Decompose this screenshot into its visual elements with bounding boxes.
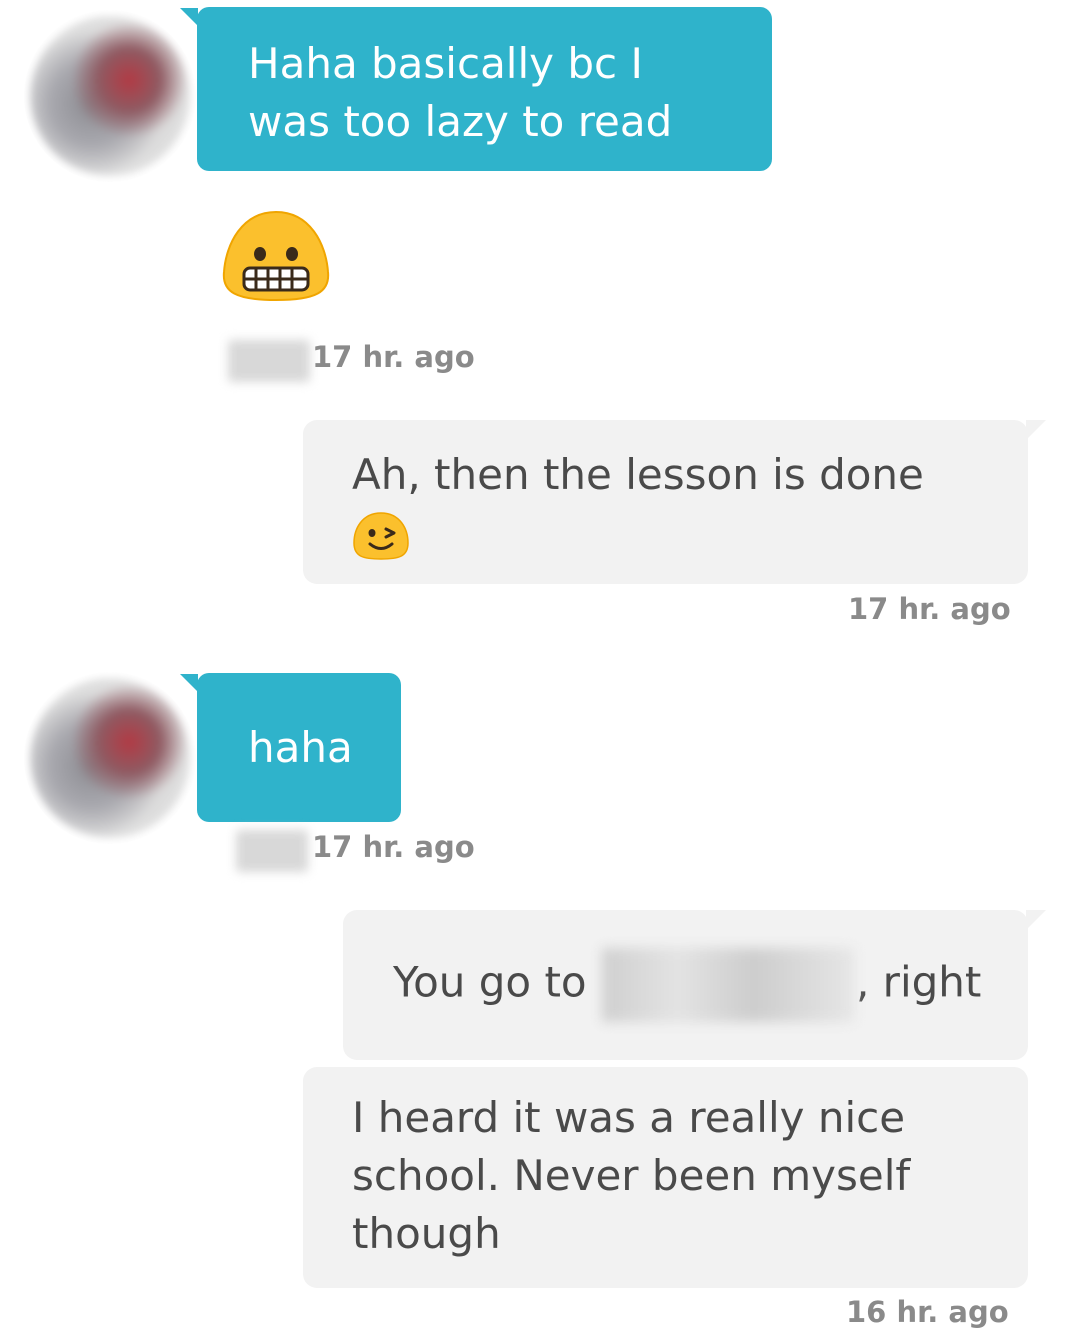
message-text: I heard it was a really nice school. Nev… [352, 1093, 911, 1258]
message-timestamp: 17 hr. ago [312, 340, 475, 374]
bubble-tail [180, 674, 198, 692]
grimacing-face-emoji-icon[interactable] [222, 210, 330, 302]
sender-name-redacted [236, 830, 308, 872]
outgoing-message-bubble[interactable]: Ah, then the lesson is done [303, 420, 1028, 584]
message-text-after: , right [855, 957, 982, 1007]
outgoing-message-bubble[interactable]: You go to , right [343, 910, 1028, 1060]
contact-avatar-image [30, 678, 190, 838]
message-text: Haha basically bc I was too lazy to read [248, 39, 673, 146]
sender-name-redacted [228, 340, 310, 382]
school-name-redacted [601, 948, 854, 1022]
winking-face-emoji-icon [353, 511, 409, 560]
message-timestamp: 17 hr. ago [848, 592, 1011, 626]
contact-avatar[interactable] [24, 10, 196, 182]
contact-avatar[interactable] [24, 672, 196, 844]
incoming-message-bubble[interactable]: Haha basically bc I was too lazy to read [197, 7, 772, 171]
bubble-tail [1026, 910, 1046, 930]
message-text: haha [248, 723, 353, 772]
incoming-message-bubble[interactable]: haha [197, 673, 401, 822]
contact-avatar-image [30, 16, 190, 176]
message-timestamp: 16 hr. ago [846, 1295, 1009, 1329]
message-timestamp: 17 hr. ago [312, 830, 475, 864]
message-text: Ah, then the lesson is done [352, 450, 924, 499]
bubble-tail [1026, 420, 1046, 440]
outgoing-message-bubble[interactable]: I heard it was a really nice school. Nev… [303, 1067, 1028, 1288]
bubble-tail [180, 8, 198, 26]
message-text-before: You go to [393, 957, 587, 1007]
